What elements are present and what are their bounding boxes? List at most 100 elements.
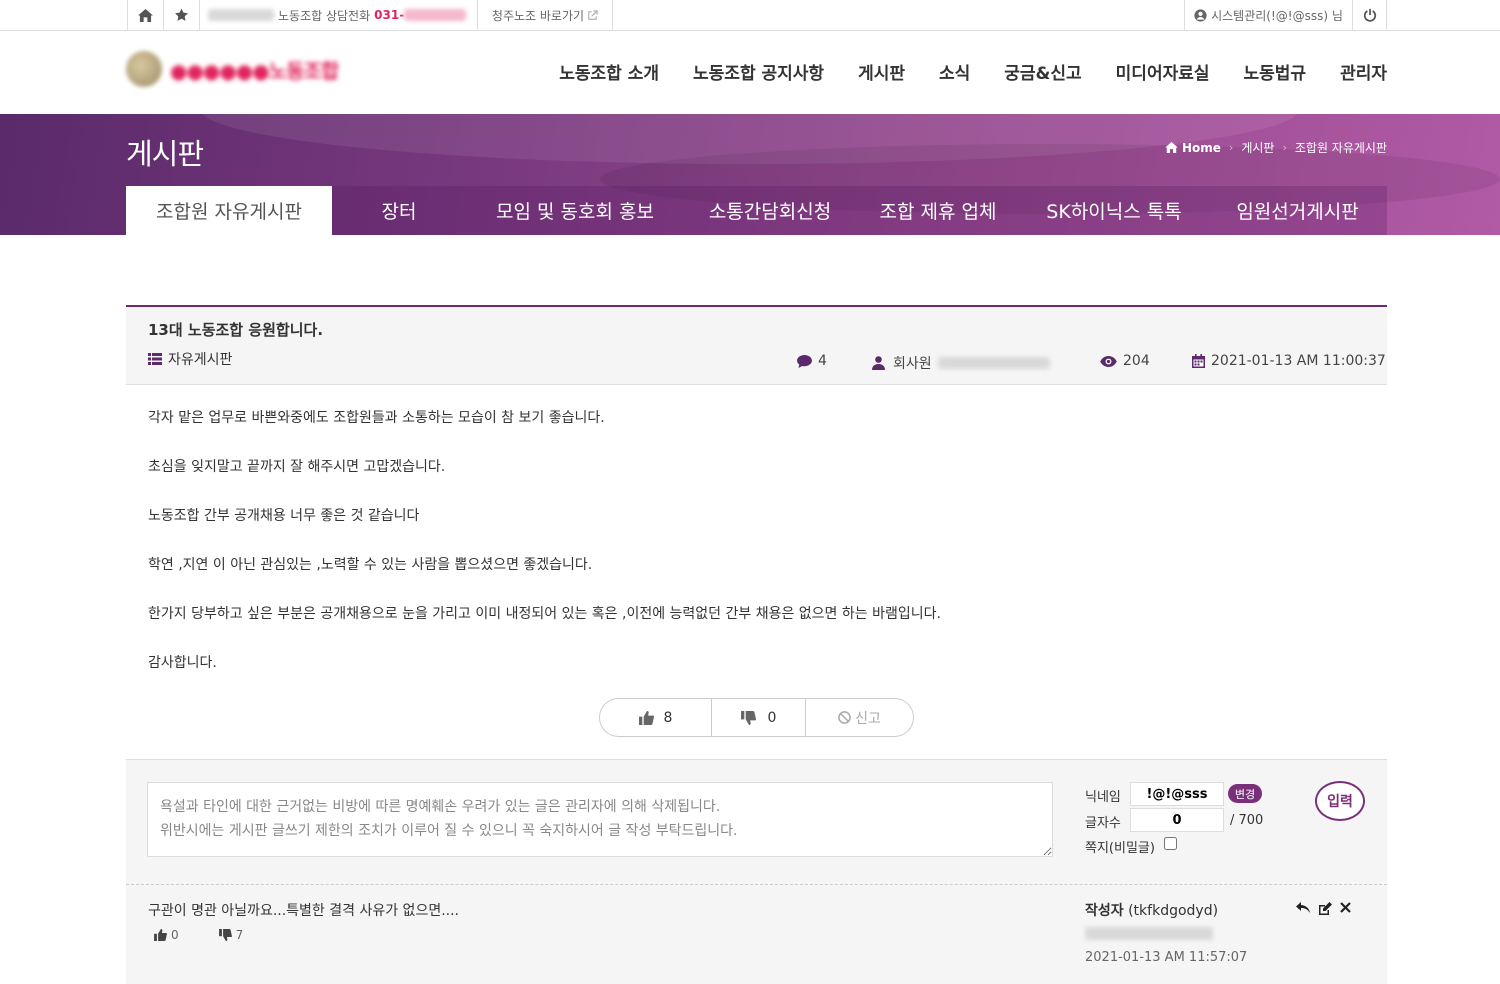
tab-free-board[interactable]: 조합원 자유게시판 xyxy=(126,186,332,235)
comment-dislike-count: 7 xyxy=(235,928,244,942)
dislike-button[interactable]: 0 xyxy=(712,699,806,736)
tab-club-promo[interactable]: 모임 및 동호회 홍보 xyxy=(466,186,684,235)
thumbs-down-icon xyxy=(740,710,756,725)
eye-icon xyxy=(1100,355,1117,367)
nav-item-admin[interactable]: 관리자 xyxy=(1340,59,1387,84)
comment-like-button[interactable]: 0 xyxy=(154,928,199,942)
chevron-right-icon: › xyxy=(1282,141,1287,154)
logout-button[interactable] xyxy=(1352,0,1387,30)
thumbs-down-icon xyxy=(218,929,232,941)
tab-meeting-request[interactable]: 소통간담회신청 xyxy=(684,186,856,235)
bookmark-button[interactable] xyxy=(163,0,199,30)
comment-item: 구관이 명관 아닐까요...특별한 결격 사유가 없으면.... 0 7 작성자… xyxy=(126,884,1387,984)
user-label: 시스템관리(!@!@sss) 님 xyxy=(1211,8,1343,23)
user-circle-icon xyxy=(1194,8,1207,22)
like-button[interactable]: 8 xyxy=(600,699,712,736)
char-count-input xyxy=(1130,808,1224,832)
nav-item-media[interactable]: 미디어자료실 xyxy=(1116,59,1210,84)
nickname-input[interactable] xyxy=(1130,782,1224,806)
user-menu[interactable]: 시스템관리(!@!@sss) 님 xyxy=(1184,0,1352,30)
reply-button[interactable] xyxy=(1296,902,1310,915)
page-banner: 게시판 Home › 게시판 › 조합원 자유게시판 조합원 자유게시판 장터 … xyxy=(0,114,1500,235)
post-header: 13대 노동조합 응원합니다. 자유게시판 4 회사원 204 2021-01-… xyxy=(126,305,1387,385)
post-paragraph: 한가지 당부하고 싶은 부분은 공개채용으로 눈을 가리고 이미 내정되어 있는… xyxy=(148,606,941,622)
post-paragraph: 감사합니다. xyxy=(148,655,217,671)
post-author-name: 회사원 xyxy=(893,356,932,372)
nickname-label: 닉네임 xyxy=(1085,790,1121,805)
nav-item-board[interactable]: 게시판 xyxy=(858,59,905,84)
submit-comment-button[interactable]: 입력 xyxy=(1315,781,1365,821)
blurred-author-detail xyxy=(1085,927,1213,940)
ban-icon xyxy=(838,711,851,724)
secret-checkbox[interactable] xyxy=(1164,837,1177,850)
nav-item-about[interactable]: 노동조합 소개 xyxy=(559,59,659,84)
post-paragraph: 학연 ,지연 이 아닌 관심있는 ,노력할 수 있는 사람을 뽑으셨으면 좋겠습… xyxy=(148,557,593,573)
tab-sk-hynix-talk[interactable]: SK하이닉스 톡톡 xyxy=(1020,186,1208,235)
phone-number: 031- xyxy=(374,8,405,22)
post-paragraph: 각자 맡은 업무로 바쁜와중에도 조합원들과 소통하는 모습이 참 보기 좋습니… xyxy=(148,410,605,426)
nav-item-labor-law[interactable]: 노동법규 xyxy=(1244,59,1307,84)
tab-partners[interactable]: 조합 제휴 업체 xyxy=(856,186,1020,235)
post-author: 회사원 xyxy=(872,353,1050,373)
user-icon xyxy=(872,356,885,370)
nav-item-inquiry[interactable]: 궁금&신고 xyxy=(1004,59,1081,84)
dislike-count: 0 xyxy=(767,709,777,726)
edit-button[interactable] xyxy=(1318,902,1332,915)
thumbs-up-icon xyxy=(154,929,167,941)
site-logo[interactable]: ●●●●●●노동조합 xyxy=(126,51,339,87)
logo-text-blurred: ●●●●●●노동조합 xyxy=(170,58,339,83)
comment-author: 작성자 (tkfkdgodyd) xyxy=(1085,900,1218,920)
tab-election-board[interactable]: 임원선거게시판 xyxy=(1208,186,1387,235)
report-button[interactable]: 신고 xyxy=(806,699,913,736)
post-category-label: 자유게시판 xyxy=(168,352,233,368)
cheongju-link-label: 청주노조 바로가기 xyxy=(491,8,585,23)
calendar-icon xyxy=(1192,354,1205,368)
tab-market[interactable]: 장터 xyxy=(332,186,466,235)
post-paragraph: 노동조합 간부 공개채용 너무 좋은 것 같습니다 xyxy=(148,508,420,524)
char-count-max: / 700 xyxy=(1230,813,1264,828)
utility-bar: 노동조합 상담전화 031- 청주노조 바로가기 시스템관리(!@!@sss) … xyxy=(0,0,1500,31)
breadcrumb-current[interactable]: 조합원 자유게시판 xyxy=(1295,139,1387,156)
edit-icon xyxy=(1319,902,1332,915)
nav-item-notice[interactable]: 노동조합 공지사항 xyxy=(693,59,824,84)
comment-count-value: 4 xyxy=(818,353,827,369)
view-count-value: 204 xyxy=(1123,353,1150,369)
char-count-label: 글자수 xyxy=(1085,816,1121,831)
comment-dislike-button[interactable]: 7 xyxy=(218,928,264,942)
post-date: 2021-01-13 AM 11:00:37 xyxy=(1192,353,1386,369)
main-nav: 노동조합 소개 노동조합 공지사항 게시판 소식 궁금&신고 미디어자료실 노동… xyxy=(525,59,1387,84)
post-body: 각자 맡은 업무로 바쁜와중에도 조합원들과 소통하는 모습이 참 보기 좋습니… xyxy=(126,385,1387,701)
nav-item-news[interactable]: 소식 xyxy=(939,59,970,84)
site-header: ●●●●●●노동조합 노동조합 소개 노동조합 공지사항 게시판 소식 궁금&신… xyxy=(0,31,1500,114)
comment-votes: 0 7 xyxy=(154,928,283,942)
reply-icon xyxy=(1296,902,1310,913)
list-icon xyxy=(148,353,162,365)
post-category[interactable]: 자유게시판 xyxy=(148,349,232,369)
comment-text: 구관이 명관 아닐까요...특별한 결격 사유가 없으면.... xyxy=(148,903,460,919)
comment-date: 2021-01-13 AM 11:57:07 xyxy=(1085,950,1248,965)
power-icon xyxy=(1363,8,1376,22)
comment-input[interactable] xyxy=(147,782,1053,857)
comment-actions xyxy=(1296,902,1359,915)
phone-label: 노동조합 상담전화 xyxy=(278,8,371,23)
phone-info: 노동조합 상담전화 031- xyxy=(199,0,477,30)
breadcrumb-home[interactable]: Home xyxy=(1182,141,1221,155)
cheongju-union-link[interactable]: 청주노조 바로가기 xyxy=(477,0,613,30)
post-paragraph: 초심을 잊지말고 끝까지 잘 해주시면 고맙겠습니다. xyxy=(148,459,446,475)
post-date-value: 2021-01-13 AM 11:00:37 xyxy=(1211,353,1386,369)
thumbs-up-icon xyxy=(638,710,654,725)
breadcrumb-board[interactable]: 게시판 xyxy=(1241,139,1274,156)
comment-author-label: 작성자 xyxy=(1085,903,1124,919)
board-tabs: 조합원 자유게시판 장터 모임 및 동호회 홍보 소통간담회신청 조합 제휴 업… xyxy=(126,186,1387,235)
home-button[interactable] xyxy=(127,0,163,30)
comment-icon xyxy=(797,354,812,368)
delete-button[interactable] xyxy=(1340,902,1351,915)
post-title: 13대 노동조합 응원합니다. xyxy=(148,321,324,339)
change-nickname-button[interactable]: 변경 xyxy=(1228,784,1262,803)
report-label: 신고 xyxy=(855,710,881,727)
close-icon xyxy=(1340,902,1351,913)
comment-author-id: (tkfkdgodyd) xyxy=(1128,903,1219,919)
like-count: 8 xyxy=(663,709,673,726)
home-icon xyxy=(138,8,153,22)
blurred-author-id xyxy=(937,357,1050,369)
